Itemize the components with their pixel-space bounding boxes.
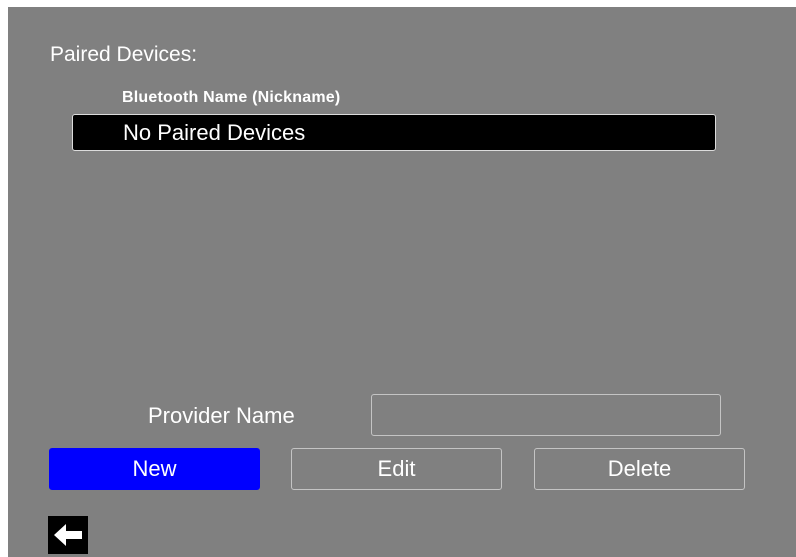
device-list-item[interactable]: No Paired Devices — [72, 114, 716, 151]
edit-button[interactable]: Edit — [291, 448, 502, 490]
left-arrow-icon — [54, 524, 82, 546]
provider-name-input[interactable] — [371, 394, 721, 436]
column-header-bluetooth-name: Bluetooth Name (Nickname) — [122, 89, 341, 106]
device-list-item-label: No Paired Devices — [123, 120, 306, 145]
paired-devices-screen: Paired Devices: Bluetooth Name (Nickname… — [8, 7, 796, 557]
back-button[interactable] — [48, 516, 88, 554]
new-button[interactable]: New — [49, 448, 260, 490]
provider-name-label: Provider Name — [148, 403, 295, 428]
section-title: Paired Devices: — [50, 43, 198, 66]
delete-button[interactable]: Delete — [534, 448, 745, 490]
